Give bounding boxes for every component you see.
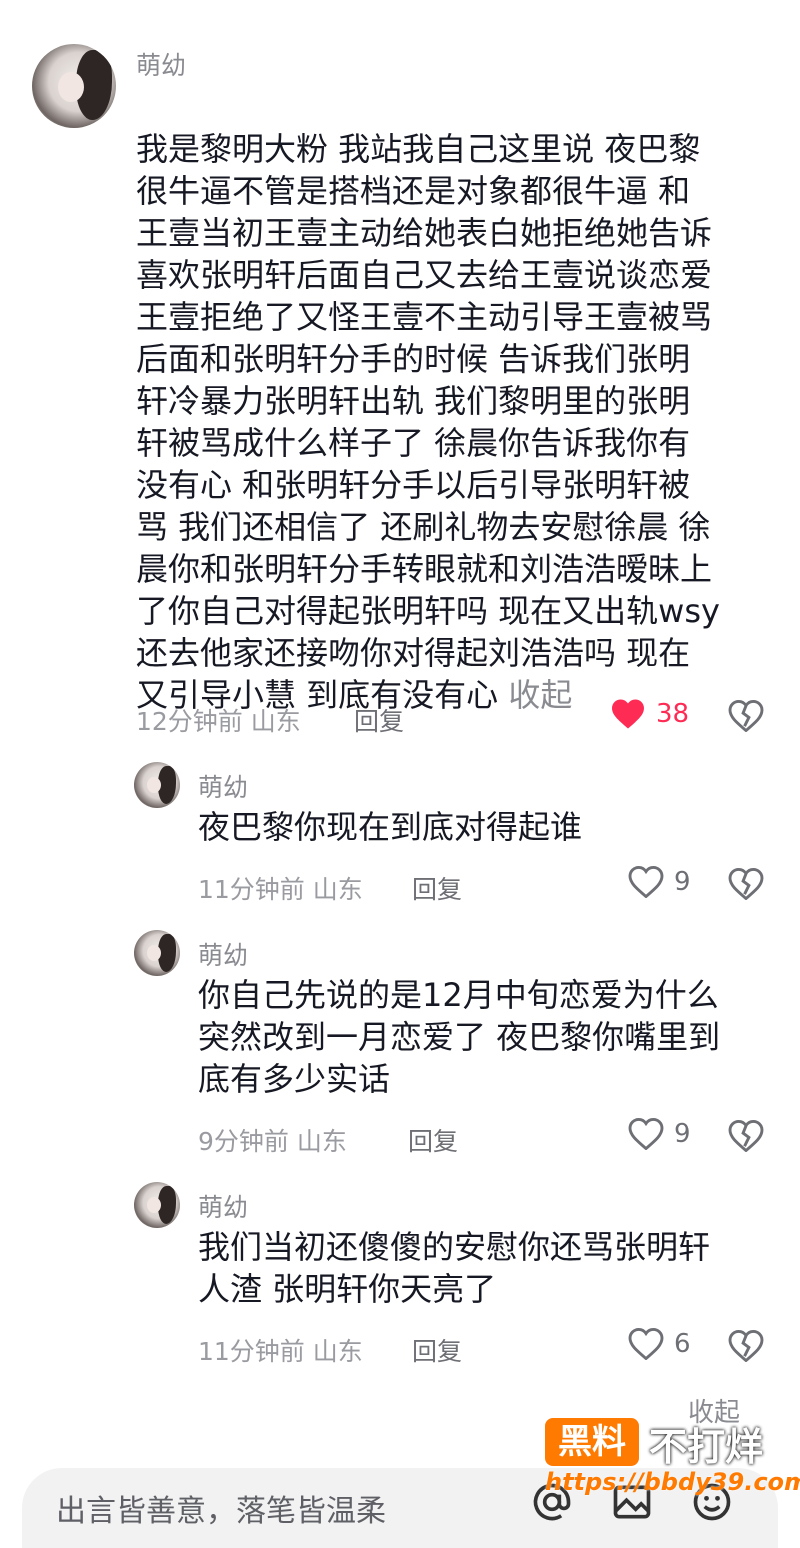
avatar[interactable] — [32, 44, 116, 128]
username[interactable]: 萌幼 — [198, 768, 248, 804]
like-button[interactable]: 9 — [628, 866, 691, 898]
watermark-url: https://bbdy39.com — [545, 1468, 800, 1496]
like-count: 38 — [656, 699, 690, 729]
avatar[interactable] — [134, 762, 180, 808]
reply-button[interactable]: 回复 — [412, 1332, 462, 1368]
reply-button[interactable]: 回复 — [354, 702, 404, 738]
location: 山东 — [250, 707, 301, 736]
comment-meta: 9分钟前 山东 — [198, 1122, 347, 1158]
location: 山东 — [296, 1127, 347, 1156]
timestamp: 9分钟前 — [198, 1127, 289, 1156]
like-button[interactable]: 6 — [628, 1328, 691, 1360]
watermark: 黑料 不打烊 https://bbdy39.com — [545, 1410, 800, 1500]
timestamp: 12分钟前 — [136, 707, 243, 736]
comment-meta: 11分钟前 山东 — [198, 1332, 363, 1368]
location: 山东 — [312, 875, 363, 904]
broken-heart-icon[interactable] — [728, 1330, 764, 1362]
timestamp: 11分钟前 — [198, 875, 305, 904]
comment-input[interactable]: 出言皆善意，落笔皆温柔 — [56, 1486, 386, 1530]
username[interactable]: 萌幼 — [198, 1188, 248, 1224]
comment-text: 我们当初还傻傻的安慰你还骂张明轩 人渣 张明轩你天亮了 — [198, 1228, 711, 1308]
reply-button[interactable]: 回复 — [412, 870, 462, 906]
username[interactable]: 萌幼 — [136, 46, 186, 82]
comment-text: 你自己先说的是12月中旬恋爱为什么 突然改到一月恋爱了 夜巴黎你嘴里到 底有多少… — [198, 976, 721, 1098]
reply-button[interactable]: 回复 — [408, 1122, 458, 1158]
avatar[interactable] — [134, 930, 180, 976]
username[interactable]: 萌幼 — [198, 936, 248, 972]
like-count: 6 — [674, 1329, 691, 1359]
watermark-badge: 黑料 — [545, 1418, 639, 1466]
broken-heart-icon[interactable] — [728, 868, 764, 900]
heart-filled-icon — [612, 699, 644, 729]
heart-outline-icon — [628, 1328, 664, 1360]
comment-text: 我是黎明大粉 我站我自己这里说 夜巴黎 很牛逼不管是搭档还是对象都很牛逼 和 王… — [136, 86, 776, 716]
like-button[interactable]: 9 — [628, 1118, 691, 1150]
heart-outline-icon — [628, 1118, 664, 1150]
comment-text: 夜巴黎你现在到底对得起谁 — [198, 808, 583, 846]
watermark-text: 不打烊 — [649, 1425, 764, 1469]
like-count: 9 — [674, 867, 691, 897]
avatar[interactable] — [134, 1182, 180, 1228]
location: 山东 — [312, 1337, 363, 1366]
collapse-text-link[interactable]: 收起 — [508, 676, 572, 714]
timestamp: 11分钟前 — [198, 1337, 305, 1366]
like-count: 9 — [674, 1119, 691, 1149]
comment-body: 我是黎明大粉 我站我自己这里说 夜巴黎 很牛逼不管是搭档还是对象都很牛逼 和 王… — [136, 130, 720, 714]
comment-meta: 12分钟前 山东 — [136, 702, 301, 738]
heart-outline-icon — [628, 866, 664, 898]
broken-heart-icon[interactable] — [728, 700, 764, 732]
comment-meta: 11分钟前 山东 — [198, 870, 363, 906]
broken-heart-icon[interactable] — [728, 1120, 764, 1152]
like-button[interactable]: 38 — [610, 698, 689, 730]
